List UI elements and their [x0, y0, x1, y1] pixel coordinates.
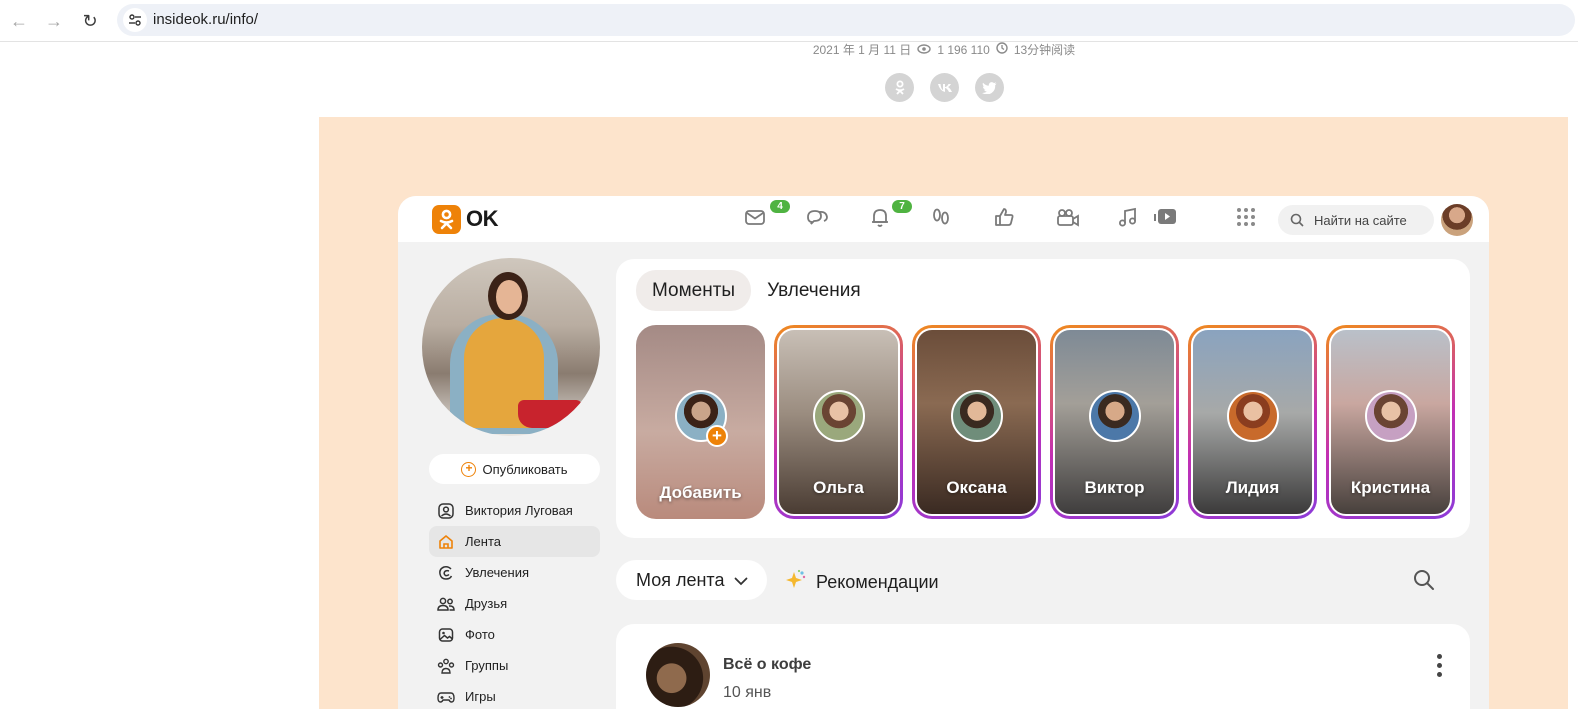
group-avatar[interactable] [646, 643, 710, 707]
post-author[interactable]: Всё о кофе [723, 656, 811, 674]
ok-header: OK 4 7 Найти на сайте [398, 196, 1489, 242]
article-date: 2021 年 1 月 11 日 [812, 43, 912, 57]
friends-icon [437, 595, 455, 613]
article-read-time: 13分钟阅读 [1013, 43, 1076, 57]
menu-item-profile[interactable]: Виктория Луговая [429, 495, 600, 526]
menu-item-photos[interactable]: Фото [429, 619, 600, 650]
video-play-icon[interactable] [1153, 206, 1179, 232]
menu-item-label: Игры [465, 689, 496, 704]
story-name: Ольга [813, 478, 864, 497]
ok-interface-screenshot: OK 4 7 Найти на сайте + Опубликовать Вик… [398, 196, 1489, 709]
user-icon [437, 502, 455, 520]
site-settings-icon[interactable] [123, 8, 147, 32]
forward-arrow-icon[interactable]: → [41, 8, 67, 34]
eye-icon [917, 43, 932, 57]
story-card[interactable]: Лидия [1188, 325, 1317, 519]
story-avatar [950, 390, 1003, 443]
moments-tabs: Моменты Увлечения [636, 270, 877, 311]
story-card[interactable]: Оксана [912, 325, 1041, 519]
story-name: Виктор [1084, 478, 1145, 497]
tab-moments[interactable]: Моменты [636, 270, 752, 311]
sparkle-star-icon [784, 568, 808, 597]
post-date: 10 янв [723, 684, 772, 701]
photo-icon [437, 626, 455, 644]
menu-item-friends[interactable]: Друзья [429, 588, 600, 619]
tab-hobbies[interactable]: Увлечения [751, 270, 877, 311]
feed-post: Всё о кофе 10 янв [616, 624, 1470, 709]
feed-select-dropdown[interactable]: Моя лента [616, 560, 767, 600]
ok-search-placeholder: Найти на сайте [1314, 213, 1407, 228]
article-meta: 2021 年 1 月 11 日 1 196 110 13分钟阅读 [0, 41, 1578, 57]
left-menu: Виктория Луговая Лента Увлечения Друзья … [429, 495, 600, 709]
recommendations-label: Рекомендации [816, 572, 939, 592]
story-avatar [812, 390, 865, 443]
ok-logo-text: OK [466, 206, 499, 231]
more-options-icon[interactable] [1433, 654, 1445, 677]
odnoklassniki-share-icon[interactable] [885, 73, 914, 102]
reload-icon[interactable]: ↻ [77, 8, 103, 34]
feed-search-icon[interactable] [1412, 568, 1436, 597]
menu-item-label: Виктория Луговая [465, 503, 573, 518]
story-name: Лидия [1225, 478, 1280, 497]
twitter-share-icon[interactable] [975, 73, 1004, 102]
story-card[interactable]: Ольга [774, 325, 903, 519]
messages-icon[interactable] [744, 206, 770, 232]
menu-item-label: Лента [465, 534, 501, 549]
messages-badge: 4 [770, 200, 790, 213]
chevron-down-icon [734, 570, 748, 591]
guests-footprints-icon[interactable] [930, 206, 956, 232]
profile-photo[interactable] [422, 258, 600, 436]
video-camera-icon[interactable] [1055, 206, 1081, 232]
plus-circle-icon: + [461, 461, 477, 477]
discussions-icon[interactable] [806, 206, 832, 232]
menu-item-label: Фото [465, 627, 495, 642]
menu-item-label: Увлечения [465, 565, 530, 580]
search-icon [1290, 213, 1304, 227]
vk-share-icon[interactable] [930, 73, 959, 102]
apps-grid-icon[interactable] [1235, 206, 1261, 232]
address-bar[interactable]: insideok.ru/info/ [117, 4, 1575, 36]
story-avatar [1364, 390, 1417, 443]
story-card[interactable]: Виктор [1050, 325, 1179, 519]
ok-logo-icon[interactable] [432, 205, 461, 234]
browser-toolbar: ← → ↻ insideok.ru/info/ [0, 0, 1578, 42]
publish-label: Опубликовать [482, 461, 568, 477]
menu-item-feed[interactable]: Лента [429, 526, 600, 557]
clock-icon [996, 42, 1008, 57]
story-card-add[interactable]: + Добавить [636, 325, 765, 519]
story-name: Добавить [659, 483, 742, 502]
hobby-icon [437, 564, 455, 582]
likes-thumb-icon[interactable] [993, 206, 1019, 232]
story-avatar [1088, 390, 1141, 443]
recommendations-link[interactable]: Рекомендации [784, 568, 939, 597]
url-text[interactable]: insideok.ru/info/ [153, 11, 258, 28]
user-avatar[interactable] [1441, 204, 1473, 236]
menu-item-label: Группы [465, 658, 509, 673]
feed-select-label: Моя лента [636, 569, 725, 590]
menu-item-label: Друзья [465, 596, 508, 611]
menu-item-hobbies[interactable]: Увлечения [429, 557, 600, 588]
story-name: Оксана [946, 478, 1007, 497]
stories-row: + Добавить Ольга Оксана Виктор Лидия Кри… [636, 325, 1455, 519]
story-card[interactable]: Кристина [1326, 325, 1455, 519]
publish-button[interactable]: + Опубликовать [429, 454, 600, 484]
story-avatar [1226, 390, 1279, 443]
share-buttons [885, 73, 1004, 102]
ok-search-input[interactable]: Найти на сайте [1278, 205, 1434, 235]
groups-icon [437, 657, 455, 675]
menu-item-games[interactable]: Игры [429, 681, 600, 709]
story-name: Кристина [1350, 478, 1431, 497]
moments-panel: Моменты Увлечения + Добавить Ольга Оксан… [616, 259, 1470, 538]
article-views: 1 196 110 [937, 42, 990, 57]
music-note-icon[interactable] [1117, 206, 1143, 232]
games-icon [437, 688, 455, 706]
home-icon [437, 533, 455, 551]
menu-item-groups[interactable]: Группы [429, 650, 600, 681]
notifications-badge: 7 [892, 200, 912, 213]
add-story-plus-icon: + [706, 425, 728, 447]
back-arrow-icon[interactable]: ← [6, 8, 32, 34]
notifications-bell-icon[interactable] [869, 206, 895, 232]
